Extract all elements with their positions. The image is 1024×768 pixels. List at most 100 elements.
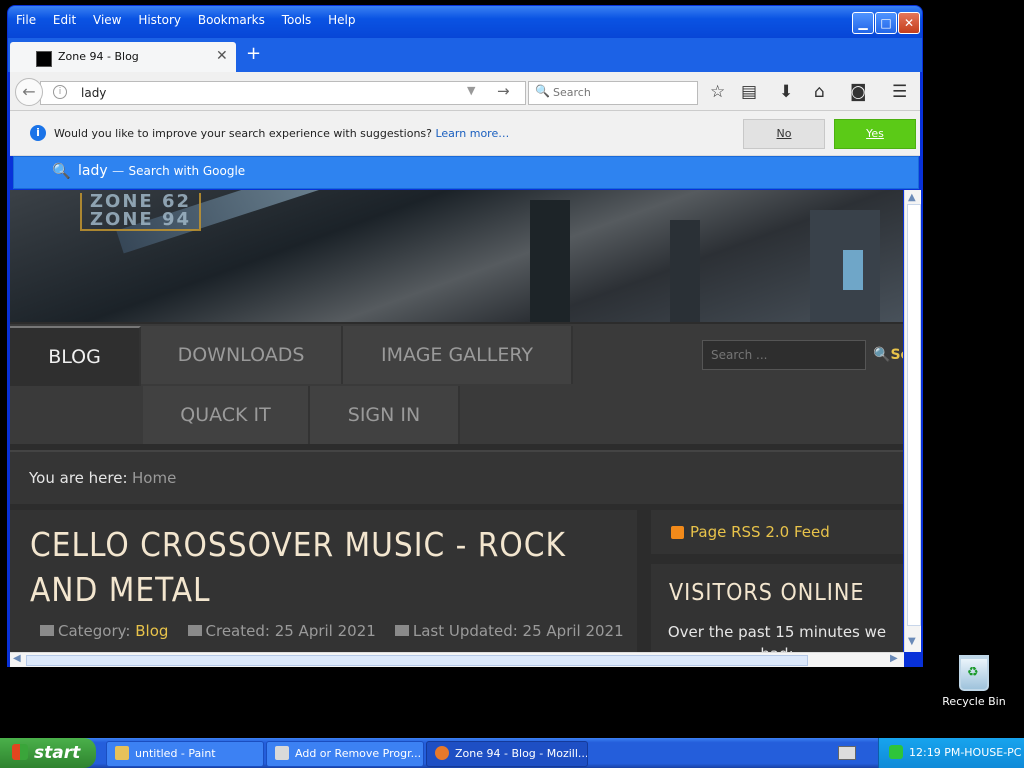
tab-strip: Zone 94 - Blog ✕ <box>8 38 922 72</box>
site-banner: ZONE 62 ZONE 94 <box>10 190 903 322</box>
back-button[interactable]: ← <box>15 78 43 106</box>
network-icon[interactable] <box>889 745 903 759</box>
title-bar[interactable]: File Edit View History Bookmarks Tools H… <box>8 6 922 38</box>
no-button[interactable]: No <box>743 119 825 149</box>
nav-blog[interactable]: BLOG <box>10 326 141 386</box>
rss-feed-link[interactable]: Page RSS 2.0 Feed <box>690 523 830 541</box>
start-button[interactable]: start <box>0 738 96 768</box>
recycle-bin-icon: ♻ <box>959 655 989 691</box>
horizontal-scrollbar[interactable]: ◀ ▶ <box>10 652 904 667</box>
suggestion-separator: — <box>112 164 125 178</box>
url-input[interactable] <box>79 84 443 102</box>
banner-screen-image <box>843 250 863 290</box>
reading-list-icon[interactable]: ▤ <box>741 82 757 102</box>
category-label: Category: <box>58 622 131 640</box>
menu-bookmarks[interactable]: Bookmarks <box>198 13 265 27</box>
menu-tools[interactable]: Tools <box>282 13 312 27</box>
yes-button[interactable]: Yes <box>834 119 916 149</box>
firefox-icon <box>435 746 449 760</box>
menu-edit[interactable]: Edit <box>53 13 76 27</box>
bookmark-star-icon[interactable]: ☆ <box>710 82 725 102</box>
menu-bar: File Edit View History Bookmarks Tools H… <box>16 13 368 27</box>
search-bar[interactable]: 🔍 <box>528 81 698 105</box>
site-search-box[interactable] <box>702 340 866 370</box>
info-icon[interactable]: i <box>53 85 67 99</box>
site-search-button[interactable]: 🔍Se <box>867 340 903 370</box>
pocket-icon[interactable]: ◙ <box>850 82 867 102</box>
search-suggestions-notification: i Would you like to improve your search … <box>10 111 920 156</box>
breadcrumb-home-link[interactable]: Home <box>132 469 176 487</box>
visitors-online-box: VISITORS ONLINE Over the past 15 minutes… <box>651 564 903 652</box>
minimize-button[interactable]: ▁ <box>852 12 874 34</box>
tray-clock: 12:19 PM-HOUSE-PC <box>909 746 1022 759</box>
task-add-remove-programs[interactable]: Add or Remove Progr... <box>266 741 424 767</box>
paint-icon <box>115 746 129 760</box>
learn-more-link[interactable]: Learn more… <box>435 127 509 140</box>
windows-flag-icon <box>12 744 28 760</box>
search-icon: 🔍 <box>873 347 891 363</box>
breadcrumb: You are here: Home <box>10 450 903 504</box>
nav-image-gallery[interactable]: IMAGE GALLERY <box>343 326 573 384</box>
task-firefox[interactable]: Zone 94 - Blog - Mozill... <box>426 741 588 767</box>
scroll-left-icon[interactable]: ◀ <box>13 653 21 664</box>
close-tab-icon[interactable]: ✕ <box>216 48 228 64</box>
menu-view[interactable]: View <box>93 13 121 27</box>
tab-zone94-blog[interactable]: Zone 94 - Blog ✕ <box>10 42 236 72</box>
nav-downloads[interactable]: DOWNLOADS <box>141 326 343 384</box>
menu-help[interactable]: Help <box>328 13 355 27</box>
home-icon[interactable]: ⌂ <box>814 82 825 102</box>
visitors-text: Over the past 15 minutes we had: <box>667 623 887 652</box>
category-link[interactable]: Blog <box>135 622 168 640</box>
taskbar: start untitled - Paint Add or Remove Pro… <box>0 738 1024 768</box>
article-meta: Category: Blog Created: 25 April 2021 La… <box>40 622 624 640</box>
suggestion-action: Search with Google <box>128 164 246 178</box>
info-icon: i <box>30 125 46 141</box>
search-suggestion-row[interactable]: 🔍 lady — Search with Google <box>13 156 919 189</box>
recycle-bin-label: Recycle Bin <box>942 695 1006 708</box>
nav-quack-it[interactable]: QUACK IT <box>143 386 310 444</box>
keyboard-icon[interactable] <box>838 746 856 760</box>
site-nav-row-1: BLOG DOWNLOADS IMAGE GALLERY 🔍Se <box>10 324 903 386</box>
task-paint[interactable]: untitled - Paint <box>106 741 264 767</box>
suggestion-query: lady <box>78 163 108 179</box>
vertical-scrollbar[interactable]: ▲ ▼ <box>904 190 921 652</box>
updated-date: Last Updated: 25 April 2021 <box>412 622 624 640</box>
tab-title: Zone 94 - Blog <box>58 50 139 63</box>
article-title[interactable]: CELLO CROSSOVER MUSIC - ROCK AND METAL <box>30 522 590 612</box>
system-tray[interactable]: 12:19 PM-HOUSE-PC <box>878 738 1024 768</box>
created-date: Created: 25 April 2021 <box>205 622 376 640</box>
calendar-icon <box>187 625 202 636</box>
site-search-input[interactable] <box>709 347 861 363</box>
add-remove-programs-icon <box>275 746 289 760</box>
menu-history[interactable]: History <box>138 13 181 27</box>
close-button[interactable]: ✕ <box>898 12 920 34</box>
search-input[interactable] <box>551 85 695 100</box>
rss-feed-box: Page RSS 2.0 Feed <box>651 510 903 554</box>
maximize-button[interactable]: □ <box>875 12 897 34</box>
go-arrow-icon[interactable]: → <box>497 82 510 100</box>
menu-file[interactable]: File <box>16 13 36 27</box>
scroll-right-icon[interactable]: ▶ <box>890 653 898 664</box>
visitors-title: VISITORS ONLINE <box>669 580 865 606</box>
scroll-up-icon[interactable]: ▲ <box>908 192 916 203</box>
article: CELLO CROSSOVER MUSIC - ROCK AND METAL C… <box>10 510 637 652</box>
horizontal-scroll-thumb[interactable] <box>26 655 808 666</box>
new-tab-icon[interactable]: + <box>246 43 261 64</box>
history-dropdown-icon[interactable]: ▼ <box>467 84 475 97</box>
scroll-down-icon[interactable]: ▼ <box>908 636 916 647</box>
nav-sign-in[interactable]: SIGN IN <box>310 386 460 444</box>
site-favicon-icon <box>36 51 52 67</box>
vertical-scroll-thumb[interactable] <box>907 204 921 626</box>
search-engine-icon: 🔍 <box>535 84 550 98</box>
search-icon: 🔍 <box>52 162 71 180</box>
downloads-icon[interactable]: ⬇ <box>779 82 793 102</box>
site-nav-row-2: QUACK IT SIGN IN <box>10 386 903 444</box>
site-logo[interactable]: ZONE 62 ZONE 94 <box>80 193 202 231</box>
breadcrumb-label: You are here: <box>29 469 128 487</box>
navigation-toolbar: i ▼ → ← 🔍 ☆ ▤ ⬇ ⌂ ◙ ☰ <box>10 72 920 111</box>
page-content: ZONE 62 ZONE 94 BLOG DOWNLOADS IMAGE GAL… <box>10 190 903 652</box>
recycle-bin[interactable]: ♻ Recycle Bin <box>940 655 1008 708</box>
url-bar[interactable]: i ▼ → <box>40 81 526 105</box>
calendar-icon <box>394 625 409 636</box>
menu-hamburger-icon[interactable]: ☰ <box>892 82 907 102</box>
